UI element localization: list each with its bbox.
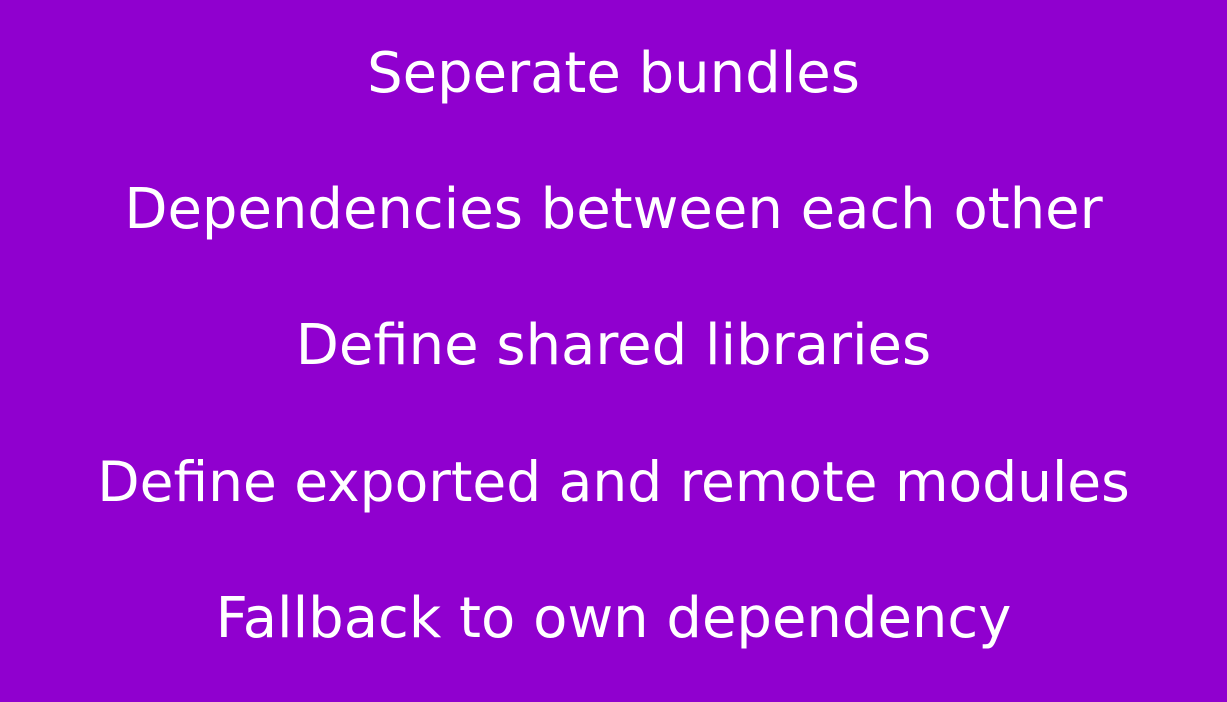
bullet-text-shared-libraries: Define shared libraries [295, 313, 932, 378]
slide: Seperate bundles Dependencies between ea… [0, 0, 1227, 702]
bullet-text-separate-bundles: Seperate bundles [367, 41, 860, 106]
bullet-text-dependencies: Dependencies between each other [124, 177, 1103, 242]
bullet-text-exported-remote-modules: Define exported and remote modules [97, 450, 1130, 514]
bullet-text-fallback-dependency: Fallback to own dependency [215, 586, 1012, 651]
